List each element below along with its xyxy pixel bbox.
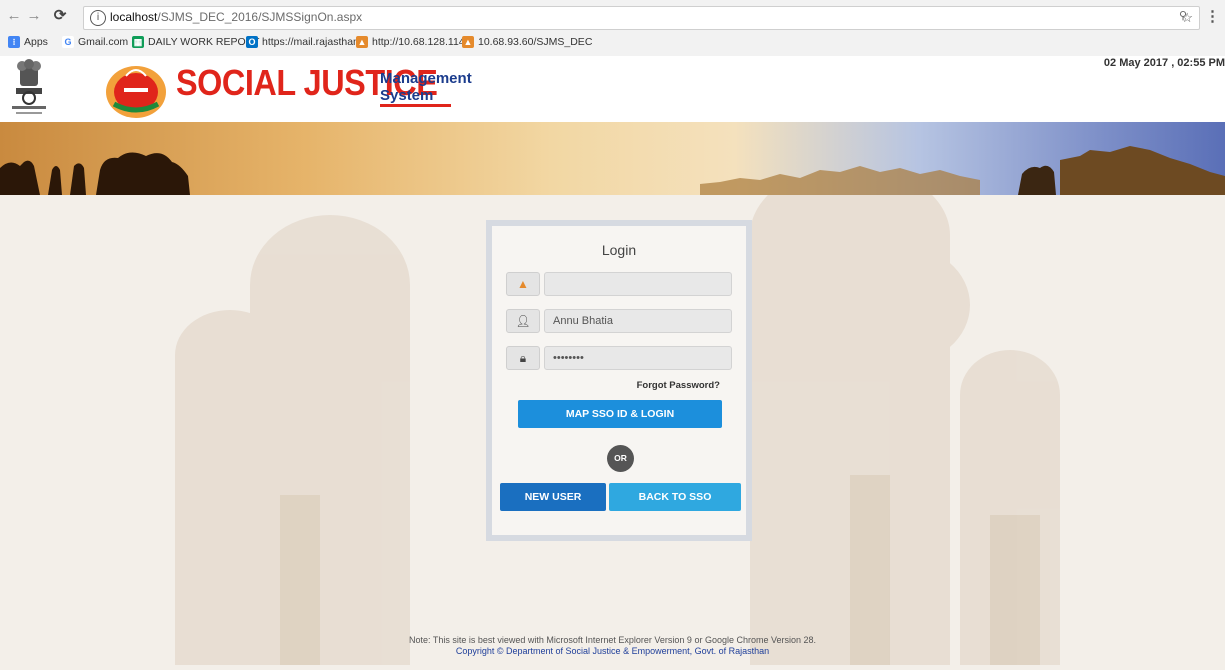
login-form: Login ▲ 👤︎ Annu Bhatia 🔒︎ •••••••• Forgo…	[492, 226, 746, 535]
reload-icon[interactable]: ⟳	[52, 8, 68, 24]
forgot-password-link[interactable]: Forgot Password?	[637, 380, 720, 391]
sheets-icon: ▦	[132, 36, 144, 48]
bookmark-label: DAILY WORK REPORT	[148, 36, 260, 48]
sso-logo-icon: ▲	[506, 272, 540, 296]
sso-id-row: ▲	[506, 272, 732, 296]
sjms-logo-icon	[106, 66, 166, 118]
lock-icon: 🔒︎	[506, 346, 540, 370]
bookmarks-bar: ⁝ Apps G Gmail.com ▦ DAILY WORK REPORT O…	[0, 33, 1225, 55]
login-panel: Login ▲ 👤︎ Annu Bhatia 🔒︎ •••••••• Forgo…	[486, 220, 752, 541]
user-icon: 👤︎	[506, 309, 540, 333]
sso-id-input[interactable]	[544, 272, 732, 296]
footer: Note: This site is best viewed with Micr…	[0, 635, 1225, 657]
map-sso-login-button[interactable]: MAP SSO ID & LOGIN	[518, 400, 722, 428]
or-separator: OR	[607, 445, 634, 472]
browser-note: Note: This site is best viewed with Micr…	[408, 635, 817, 645]
bookmark-label: 10.68.93.60/SJMS_DEC	[478, 36, 593, 48]
username-row: 👤︎ Annu Bhatia	[506, 309, 732, 333]
password-row: 🔒︎ ••••••••	[506, 346, 732, 370]
url-text[interactable]: localhost/SJMS_DEC_2016/SJMSSignOn.aspx	[110, 10, 362, 24]
site-subtitle-management: Management	[380, 70, 472, 87]
bookmark-label: Apps	[24, 36, 48, 48]
bookmark-mail-rajasthan[interactable]: O https://mail.rajasthan	[246, 36, 359, 48]
username-input[interactable]: Annu Bhatia	[544, 309, 732, 333]
outlook-icon: O	[246, 36, 258, 48]
login-title: Login	[601, 242, 637, 258]
apps-grid-icon: ⁝	[8, 36, 20, 48]
password-input[interactable]: ••••••••	[544, 346, 732, 370]
google-icon: G	[62, 36, 74, 48]
site-favicon-icon: ▲	[462, 36, 474, 48]
bookmark-daily-work-report[interactable]: ▦ DAILY WORK REPORT	[132, 36, 259, 48]
info-icon[interactable]: i	[90, 10, 106, 26]
banner-silhouettes	[0, 146, 1225, 195]
bookmark-label: https://mail.rajasthan	[262, 36, 359, 48]
copyright-text: Copyright © Department of Social Justice…	[455, 646, 770, 656]
new-user-button[interactable]: NEW USER	[500, 483, 606, 511]
state-emblem-icon	[12, 59, 46, 114]
bookmark-gmail[interactable]: G Gmail.com	[62, 36, 128, 48]
site-subtitle-system: System	[380, 87, 452, 107]
extension-icon[interactable]: ⚲	[1175, 8, 1191, 24]
back-arrow-icon[interactable]: ←	[6, 8, 22, 24]
site-favicon-icon: ▲	[356, 36, 368, 48]
address-bar[interactable]: i localhost/SJMS_DEC_2016/SJMSSignOn.asp…	[83, 6, 1200, 30]
forward-arrow-icon[interactable]: →	[26, 8, 42, 24]
bookmark-apps[interactable]: ⁝ Apps	[8, 36, 48, 48]
current-datetime: 02 May 2017 , 02:55 PM	[1103, 57, 1225, 69]
site-header: SOCIAL JUSTICE Management System 02 May …	[0, 56, 1225, 122]
bookmark-10-68-93-60[interactable]: ▲ 10.68.93.60/SJMS_DEC	[462, 36, 592, 48]
back-to-sso-button[interactable]: BACK TO SSO	[609, 483, 741, 511]
browser-nav-row: ← → ⟳ i localhost/SJMS_DEC_2016/SJMSSign…	[0, 0, 1225, 33]
bookmark-label: Gmail.com	[78, 36, 129, 48]
rajasthan-banner-image	[0, 122, 1225, 195]
browser-chrome: ← → ⟳ i localhost/SJMS_DEC_2016/SJMSSign…	[0, 0, 1225, 57]
bookmark-10-68-128-114[interactable]: ▲ http://10.68.128.114/	[356, 36, 468, 48]
browser-menu-icon[interactable]: ⋮	[1205, 7, 1220, 25]
bookmark-label: http://10.68.128.114/	[372, 36, 468, 48]
